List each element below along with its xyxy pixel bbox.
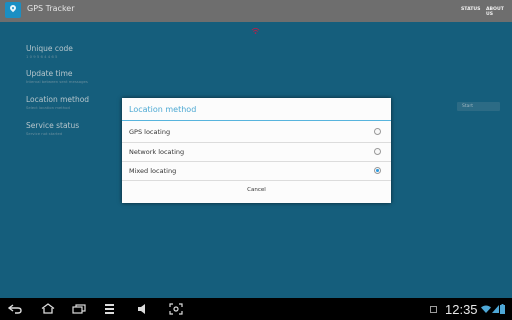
wifi-icon — [481, 305, 491, 313]
menu-dots-icon[interactable] — [104, 303, 115, 315]
dialog-title: Location method — [129, 105, 197, 114]
clock: 12:35 — [445, 302, 478, 317]
action-bar: GPS Tracker STATUS ABOUT US — [0, 0, 512, 22]
signal-icon — [251, 27, 260, 35]
location-method-dialog: Location method GPS locating Network loc… — [122, 98, 391, 203]
signal-strength-icon — [492, 305, 499, 313]
app-title: GPS Tracker — [27, 4, 75, 13]
start-service-button[interactable]: Start — [457, 102, 500, 111]
option-label: Network locating — [129, 148, 185, 156]
pref-update-time-title[interactable]: Update time — [26, 69, 73, 78]
pref-unique-code-summary: 1 0 9 5 6 4 4 6 5 — [26, 54, 58, 59]
dialog-title-divider — [122, 120, 391, 121]
pref-service-status-title[interactable]: Service status — [26, 121, 79, 130]
home-icon[interactable] — [41, 303, 55, 314]
volume-down-icon[interactable] — [137, 303, 149, 315]
pref-location-method-title[interactable]: Location method — [26, 95, 89, 104]
system-bar: 12:35 — [0, 298, 512, 320]
pref-unique-code-title[interactable]: Unique code — [26, 44, 73, 53]
radio-button[interactable] — [374, 148, 381, 155]
pref-service-status-summary: Service not started — [26, 131, 63, 136]
radio-button-selected[interactable] — [374, 167, 381, 174]
back-icon[interactable] — [8, 304, 22, 314]
menu-status[interactable]: STATUS — [461, 7, 480, 12]
notification-icon[interactable] — [430, 306, 437, 313]
option-network-locating[interactable]: Network locating — [122, 142, 391, 162]
battery-icon — [500, 304, 505, 314]
menu-about-us[interactable]: ABOUT US — [486, 7, 512, 17]
cancel-label: Cancel — [247, 187, 266, 193]
map-pin-icon[interactable] — [5, 2, 21, 18]
screenshot-icon[interactable] — [169, 303, 183, 315]
pref-location-method-summary: Select location method — [26, 105, 70, 110]
option-label: GPS locating — [129, 128, 171, 136]
start-button-label: Start — [462, 103, 473, 109]
cancel-button[interactable]: Cancel — [122, 180, 391, 203]
option-mixed-locating[interactable]: Mixed locating — [122, 161, 391, 181]
option-gps-locating[interactable]: GPS locating — [122, 122, 391, 142]
pref-update-time-summary: Interval between sent messages — [26, 79, 88, 84]
radio-button[interactable] — [374, 128, 381, 135]
option-label: Mixed locating — [129, 167, 177, 175]
recent-apps-icon[interactable] — [72, 304, 86, 314]
